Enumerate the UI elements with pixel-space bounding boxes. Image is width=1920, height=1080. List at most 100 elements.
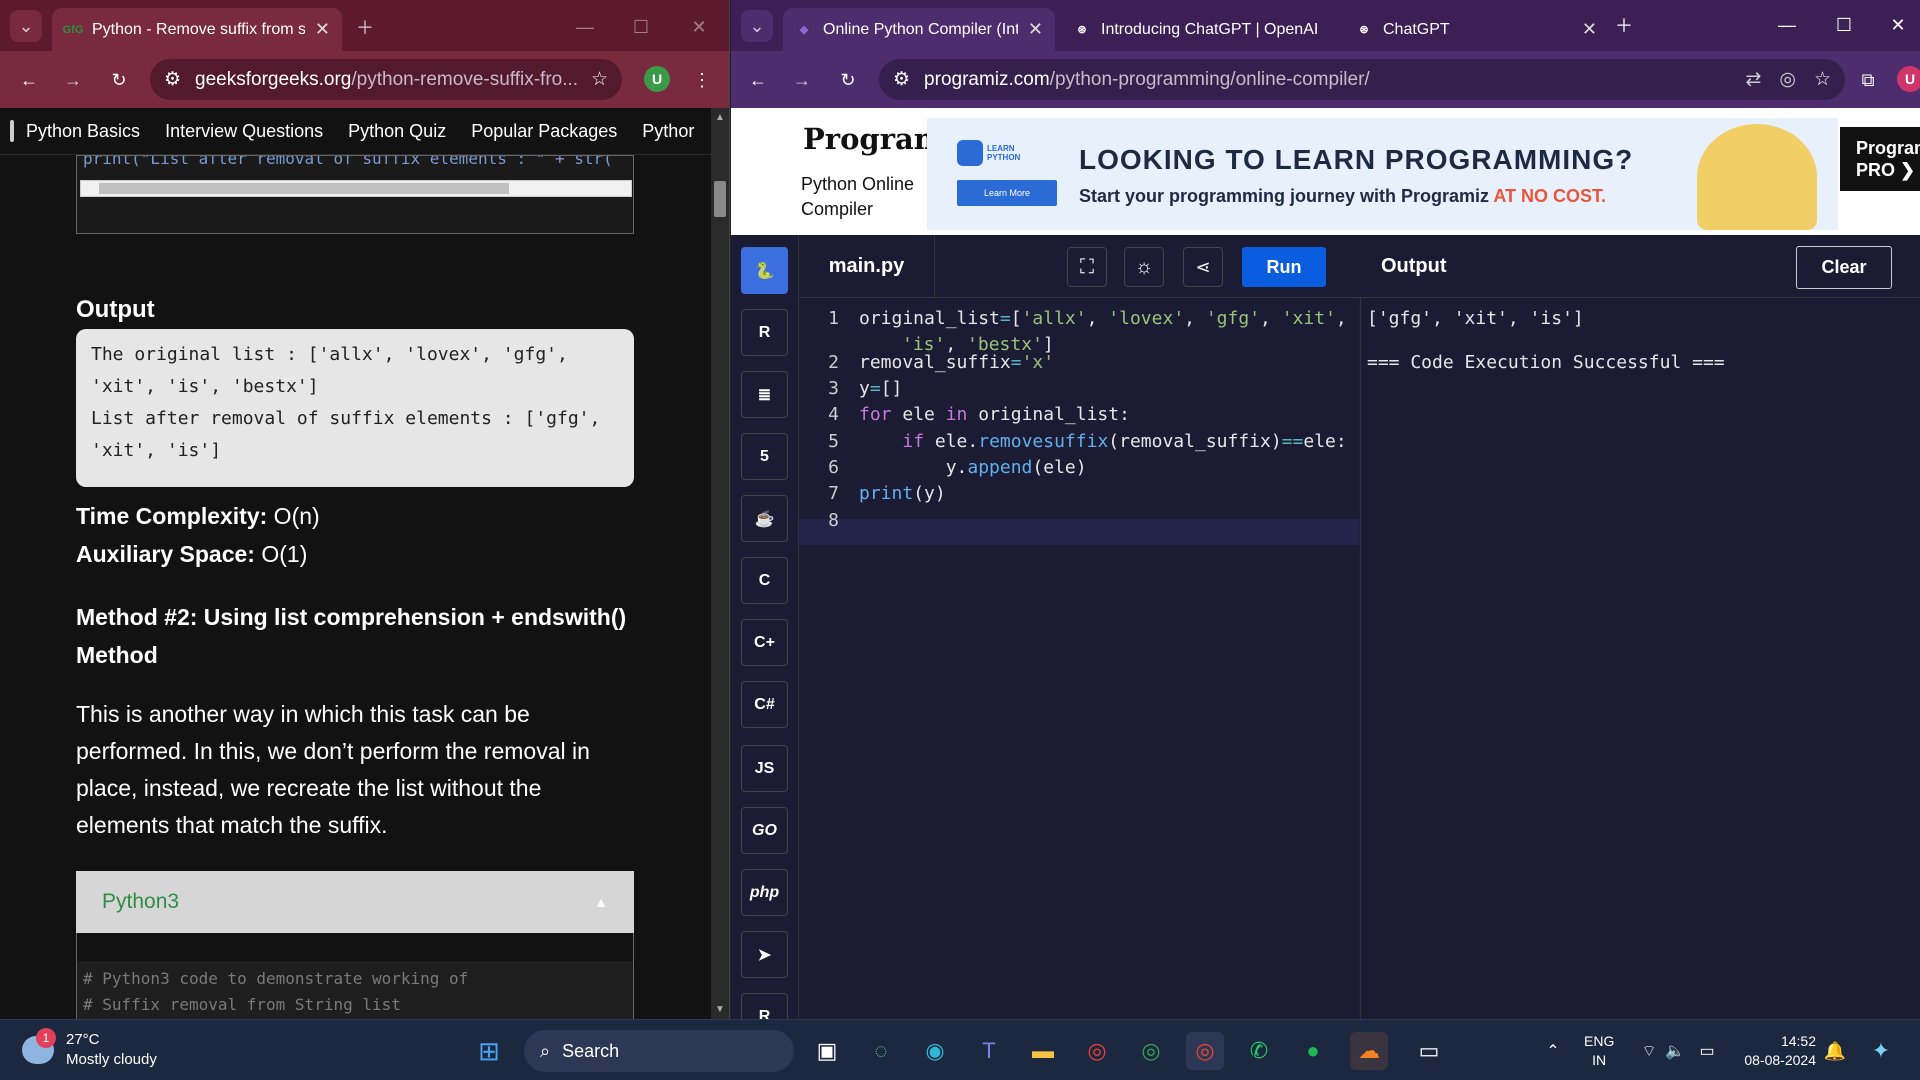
javascript-icon[interactable]: JS [741, 745, 788, 792]
reload-icon[interactable]: ↻ [106, 67, 132, 93]
code-editor[interactable]: 1 2 3 4 5 6 7 8 original_list=['allx', '… [799, 298, 1359, 1019]
eye-off-icon[interactable]: ◎ [1779, 68, 1796, 91]
chevron-up-icon[interactable]: ⌃ [1534, 1032, 1572, 1070]
scroll-up-icon[interactable]: ▲ [711, 112, 729, 123]
r-icon[interactable]: R [741, 309, 788, 356]
java-icon[interactable]: ☕ [741, 495, 788, 542]
output-line: 'xit', 'is'] [91, 440, 222, 461]
new-tab-icon[interactable]: ＋ [1611, 12, 1637, 38]
nav-python-quiz[interactable]: Python Quiz [348, 121, 446, 142]
close-icon[interactable]: ✕ [1028, 19, 1043, 40]
nav-interview-questions[interactable]: Interview Questions [165, 121, 323, 142]
windows-start-icon[interactable]: ⊞ [470, 1032, 508, 1070]
notification-bell-icon[interactable]: 🔔 [1816, 1032, 1854, 1070]
html5-icon[interactable]: 5 [741, 433, 788, 480]
close-icon[interactable]: ✕ [315, 19, 330, 40]
spinner-app-icon[interactable]: ◌ [862, 1032, 900, 1070]
time-label: Time Complexity: [76, 503, 268, 529]
ad-learn-more-button[interactable]: Learn More [957, 180, 1057, 206]
space-value: O(1) [254, 541, 308, 567]
back-icon[interactable]: ← [745, 67, 771, 93]
code-header[interactable]: Python3 ▲ [76, 871, 634, 933]
copilot-icon[interactable]: ✦ [1862, 1032, 1900, 1070]
programiz-pro-button[interactable]: Program PRO ❯ [1839, 126, 1920, 192]
cloud-app-icon[interactable]: ☁ [1350, 1032, 1388, 1070]
tab-search-button[interactable]: ⌄ [741, 10, 773, 42]
csharp-icon[interactable]: C# [741, 681, 788, 728]
nav-popular-packages[interactable]: Popular Packages [471, 121, 617, 142]
maximize-icon[interactable]: ☐ [628, 14, 654, 40]
new-tab-icon[interactable]: ＋ [352, 14, 378, 40]
close-window-icon[interactable]: ✕ [686, 14, 712, 40]
php-icon[interactable]: php [741, 869, 788, 916]
teams-icon[interactable]: T [970, 1032, 1008, 1070]
file-tab[interactable]: main.py [799, 235, 935, 298]
nav-python-basics[interactable]: Python Basics [26, 121, 140, 142]
tab-programiz[interactable]: ◆ Online Python Compiler (Inter ✕ [783, 8, 1055, 51]
address-bar[interactable]: ⚙ programiz.com/python-programming/onlin… [879, 59, 1845, 100]
address-bar[interactable]: ⚙ geeksforgeeks.org/python-remove-suffix… [150, 59, 622, 100]
code-line-3: y=[] [859, 378, 903, 399]
python-icon[interactable]: 🐍 [741, 247, 788, 294]
spotify-icon[interactable]: ● [1294, 1032, 1332, 1070]
clear-button[interactable]: Clear [1796, 246, 1892, 289]
scroll-thumb[interactable] [99, 183, 509, 194]
clock[interactable]: 14:52 08-08-2024 [1736, 1032, 1816, 1070]
close-window-icon[interactable]: ✕ [1885, 12, 1911, 38]
site-info-icon[interactable]: ⚙ [164, 68, 181, 91]
translate-icon[interactable]: ⇄ [1745, 68, 1761, 91]
minimize-icon[interactable]: — [572, 14, 598, 40]
c-icon[interactable]: C [741, 557, 788, 604]
run-button[interactable]: Run [1242, 247, 1326, 287]
file-explorer-icon[interactable]: ▬ [1024, 1032, 1062, 1070]
close-icon[interactable]: ✕ [1582, 19, 1597, 40]
weather-temp: 27°C [66, 1031, 100, 1048]
task-view-icon[interactable]: ▣ [808, 1032, 846, 1070]
taskbar-search[interactable]: ⌕ Search [524, 1030, 794, 1072]
site-info-icon[interactable]: ⚙ [893, 68, 910, 91]
chrome-profile-icon[interactable]: ◎ [1132, 1032, 1170, 1070]
chrome-icon[interactable]: ◎ [1078, 1032, 1116, 1070]
go-icon[interactable]: GO [741, 807, 788, 854]
windows-taskbar: 1 27°C Mostly cloudy ⊞ ⌕ Search ▣ ◌ ◉ T … [0, 1019, 1920, 1080]
maximize-icon[interactable]: ☐ [1831, 12, 1857, 38]
bookmark-star-icon[interactable]: ☆ [591, 68, 608, 91]
edge-icon[interactable]: ◉ [916, 1032, 954, 1070]
weather-widget[interactable]: 1 27°C Mostly cloudy [22, 1028, 157, 1070]
scroll-down-icon[interactable]: ▼ [711, 1004, 729, 1015]
cpp-icon[interactable]: C+ [741, 619, 788, 666]
horizontal-scrollbar[interactable] [80, 180, 632, 197]
battery-icon[interactable]: ▭ [1688, 1032, 1726, 1070]
language-indicator[interactable]: ENG IN [1584, 1032, 1614, 1070]
menu-kebab-icon[interactable]: ⋮ [692, 67, 712, 93]
nav-python-more[interactable]: Pythor [642, 121, 694, 142]
profile-avatar[interactable]: U [1897, 66, 1920, 92]
back-icon[interactable]: ← [16, 67, 42, 93]
whatsapp-icon[interactable]: ✆ [1240, 1032, 1278, 1070]
rust-icon[interactable]: R [741, 993, 788, 1019]
share-icon[interactable]: ⋖ [1183, 247, 1223, 287]
ad-banner[interactable]: LEARN PYTHON Learn More LOOKING TO LEARN… [927, 118, 1838, 230]
toc-icon[interactable] [10, 120, 14, 142]
tab-openai[interactable]: ⊛ Introducing ChatGPT | OpenAI [1061, 8, 1331, 51]
terminal-icon[interactable]: ▭ [1410, 1032, 1448, 1070]
scroll-thumb[interactable] [714, 181, 726, 217]
lang-1: ENG [1584, 1033, 1615, 1049]
reload-icon[interactable]: ↻ [835, 67, 861, 93]
forward-icon[interactable]: → [789, 67, 815, 93]
tab-gfg[interactable]: GfG Python - Remove suffix from str ✕ [52, 8, 342, 51]
sql-database-icon[interactable]: ≣ [741, 371, 788, 418]
fullscreen-icon[interactable]: ⛶ [1067, 247, 1107, 287]
swift-icon[interactable]: ➤ [741, 931, 788, 978]
profile-avatar[interactable]: U [644, 66, 670, 92]
chrome-active-icon[interactable]: ◎ [1186, 1032, 1224, 1070]
tab-chatgpt[interactable]: ⊛ ChatGPT ✕ [1343, 8, 1609, 51]
chevron-up-icon[interactable]: ▲ [594, 894, 608, 910]
tab-search-button[interactable]: ⌄ [10, 10, 42, 42]
extensions-icon[interactable]: ⧉ [1855, 67, 1881, 93]
minimize-icon[interactable]: — [1774, 12, 1800, 38]
theme-toggle-icon[interactable]: ☼ [1124, 247, 1164, 287]
page-scrollbar[interactable]: ▲ ▼ [711, 108, 729, 1019]
forward-icon[interactable]: → [60, 67, 86, 93]
bookmark-star-icon[interactable]: ☆ [1814, 68, 1831, 91]
